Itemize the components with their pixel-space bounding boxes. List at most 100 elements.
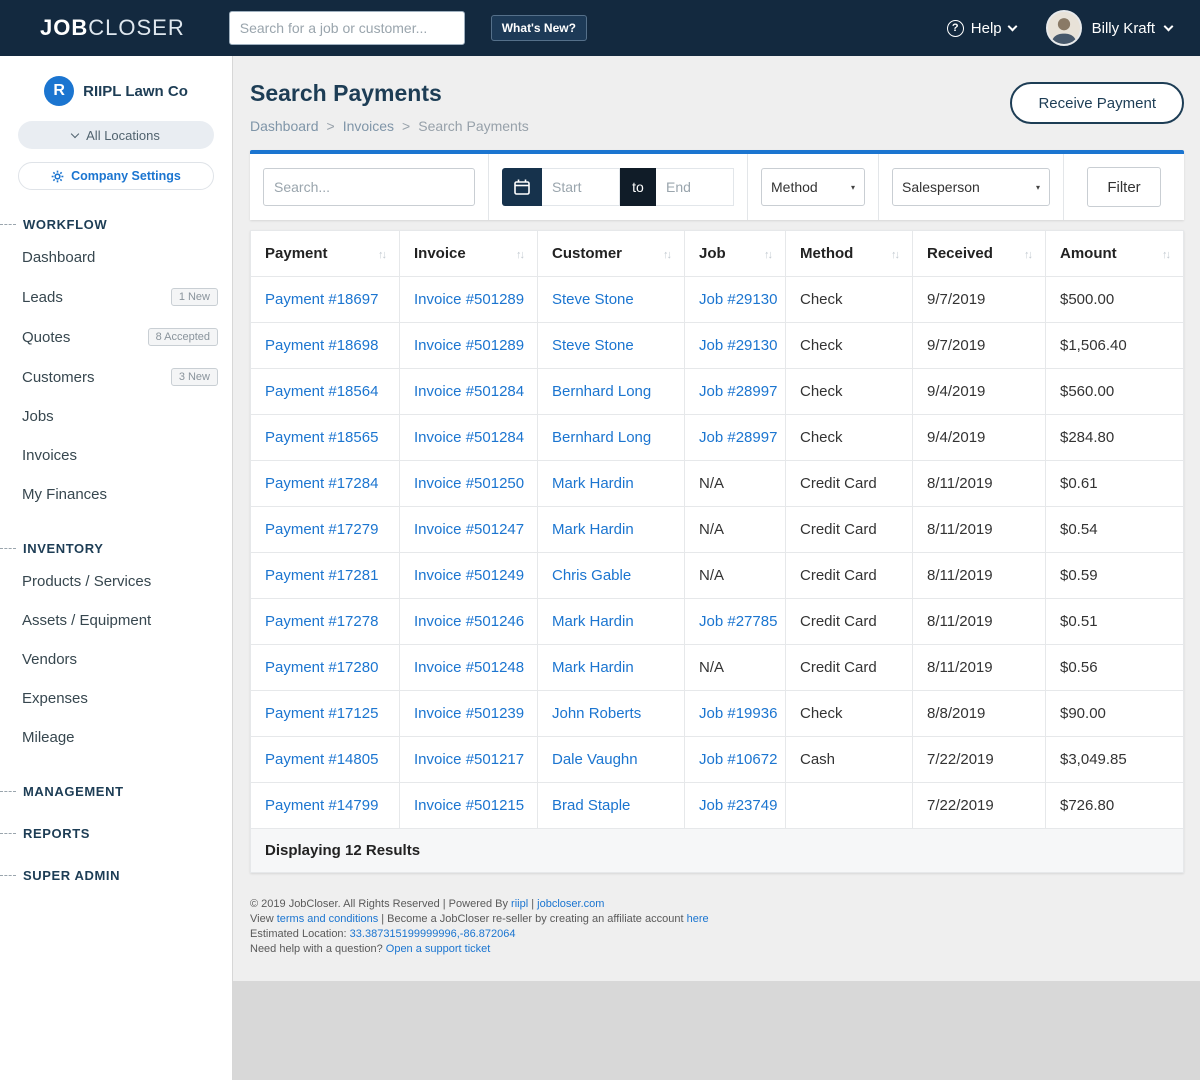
invoice-link[interactable]: Invoice #501217 (414, 751, 524, 768)
payment-link[interactable]: Payment #18565 (265, 429, 378, 446)
payment-link[interactable]: Payment #18564 (265, 383, 378, 400)
user-menu[interactable]: Billy Kraft (1046, 10, 1172, 46)
receive-payment-button[interactable]: Receive Payment (1010, 82, 1184, 124)
customer-link[interactable]: Mark Hardin (552, 475, 634, 492)
job-link[interactable]: Job #29130 (699, 291, 777, 308)
sort-icon[interactable]: ↑↓ (1162, 249, 1169, 261)
breadcrumb-item-dashboard[interactable]: Dashboard (250, 118, 319, 134)
global-search-input[interactable] (229, 11, 465, 45)
invoice-link[interactable]: Invoice #501215 (414, 797, 524, 814)
column-header-amount[interactable]: ↑↓Amount (1046, 231, 1184, 277)
payment-link[interactable]: Payment #18697 (265, 291, 378, 308)
sidebar-item-vendors[interactable]: Vendors (0, 640, 232, 679)
invoice-link[interactable]: Invoice #501248 (414, 659, 524, 676)
column-header-payment[interactable]: ↑↓Payment (251, 231, 400, 277)
invoice-link[interactable]: Invoice #501249 (414, 567, 524, 584)
sort-icon[interactable]: ↑↓ (663, 249, 670, 261)
footer-link[interactable]: here (687, 913, 709, 925)
sidebar-item-products-services[interactable]: Products / Services (0, 562, 232, 601)
sidebar-item-dashboard[interactable]: Dashboard (0, 238, 232, 277)
customer-link[interactable]: Steve Stone (552, 337, 634, 354)
customer-link[interactable]: Bernhard Long (552, 383, 651, 400)
cell-invoice: Invoice #501217 (400, 737, 538, 783)
invoice-link[interactable]: Invoice #501284 (414, 429, 524, 446)
customer-link[interactable]: Mark Hardin (552, 521, 634, 538)
invoice-link[interactable]: Invoice #501246 (414, 613, 524, 630)
sort-icon[interactable]: ↑↓ (1024, 249, 1031, 261)
footer-link[interactable]: 33.387315199999996,-86.872064 (350, 928, 516, 940)
sort-icon[interactable]: ↑↓ (516, 249, 523, 261)
sidebar-item-quotes[interactable]: Quotes8 Accepted (0, 317, 232, 357)
job-link[interactable]: Job #23749 (699, 797, 777, 814)
company-settings-button[interactable]: Company Settings (18, 162, 214, 190)
column-header-invoice[interactable]: ↑↓Invoice (400, 231, 538, 277)
job-link[interactable]: Job #10672 (699, 751, 777, 768)
payment-link[interactable]: Payment #18698 (265, 337, 378, 354)
sidebar-item-mileage[interactable]: Mileage (0, 718, 232, 757)
end-date-input[interactable] (656, 168, 734, 206)
filter-button[interactable]: Filter (1087, 167, 1160, 207)
column-header-received[interactable]: ↑↓Received (913, 231, 1046, 277)
payment-link[interactable]: Payment #14805 (265, 751, 378, 768)
invoice-link[interactable]: Invoice #501250 (414, 475, 524, 492)
customer-link[interactable]: Bernhard Long (552, 429, 651, 446)
invoice-link[interactable]: Invoice #501289 (414, 337, 524, 354)
help-menu[interactable]: ? Help (947, 20, 1016, 37)
cell-payment: Payment #17278 (251, 599, 400, 645)
locations-dropdown[interactable]: All Locations (18, 121, 214, 149)
payment-link[interactable]: Payment #17278 (265, 613, 378, 630)
sort-icon[interactable]: ↑↓ (764, 249, 771, 261)
customer-link[interactable]: Mark Hardin (552, 613, 634, 630)
column-header-job[interactable]: ↑↓Job (685, 231, 786, 277)
footer-link[interactable]: riipl (511, 898, 528, 910)
invoice-link[interactable]: Invoice #501284 (414, 383, 524, 400)
job-link[interactable]: Job #29130 (699, 337, 777, 354)
payments-search-input[interactable] (263, 168, 475, 206)
salesperson-select[interactable]: Salesperson ▾ (892, 168, 1050, 206)
method-select[interactable]: Method ▾ (761, 168, 865, 206)
start-date-input[interactable] (542, 168, 620, 206)
footer-link[interactable]: Open a support ticket (386, 943, 491, 955)
amount-value: $1,506.40 (1060, 337, 1127, 354)
sidebar-item-invoices[interactable]: Invoices (0, 436, 232, 475)
payment-link[interactable]: Payment #17281 (265, 567, 378, 584)
breadcrumb-item-invoices[interactable]: Invoices (343, 118, 394, 134)
footer-link[interactable]: terms and conditions (277, 913, 379, 925)
sidebar-item-customers[interactable]: Customers3 New (0, 357, 232, 397)
customer-link[interactable]: Chris Gable (552, 567, 631, 584)
customer-link[interactable]: Brad Staple (552, 797, 630, 814)
sidebar-item-jobs[interactable]: Jobs (0, 397, 232, 436)
payment-link[interactable]: Payment #17284 (265, 475, 378, 492)
customer-link[interactable]: Steve Stone (552, 291, 634, 308)
invoice-link[interactable]: Invoice #501289 (414, 291, 524, 308)
cell-amount: $560.00 (1046, 369, 1184, 415)
sidebar-item-expenses[interactable]: Expenses (0, 679, 232, 718)
sidebar-item-my-finances[interactable]: My Finances (0, 475, 232, 514)
app-logo[interactable]: JOBCLOSER (40, 15, 185, 41)
footer-link[interactable]: jobcloser.com (537, 898, 604, 910)
customer-link[interactable]: Dale Vaughn (552, 751, 638, 768)
payment-link[interactable]: Payment #17279 (265, 521, 378, 538)
sort-icon[interactable]: ↑↓ (891, 249, 898, 261)
customer-link[interactable]: John Roberts (552, 705, 641, 722)
job-link[interactable]: Job #28997 (699, 383, 777, 400)
cell-method: Credit Card (786, 645, 913, 691)
job-link[interactable]: Job #28997 (699, 429, 777, 446)
method-value: Credit Card (800, 521, 877, 538)
column-header-customer[interactable]: ↑↓Customer (538, 231, 685, 277)
payment-link[interactable]: Payment #17280 (265, 659, 378, 676)
sidebar-item-label: Expenses (22, 690, 218, 707)
sidebar-item-leads[interactable]: Leads1 New (0, 277, 232, 317)
payment-link[interactable]: Payment #17125 (265, 705, 378, 722)
calendar-button[interactable] (502, 168, 542, 206)
job-link[interactable]: Job #27785 (699, 613, 777, 630)
whats-new-button[interactable]: What's New? (491, 15, 587, 41)
payment-link[interactable]: Payment #14799 (265, 797, 378, 814)
sort-icon[interactable]: ↑↓ (378, 249, 385, 261)
customer-link[interactable]: Mark Hardin (552, 659, 634, 676)
column-header-method[interactable]: ↑↓Method (786, 231, 913, 277)
invoice-link[interactable]: Invoice #501239 (414, 705, 524, 722)
invoice-link[interactable]: Invoice #501247 (414, 521, 524, 538)
job-link[interactable]: Job #19936 (699, 705, 777, 722)
sidebar-item-assets-equipment[interactable]: Assets / Equipment (0, 601, 232, 640)
